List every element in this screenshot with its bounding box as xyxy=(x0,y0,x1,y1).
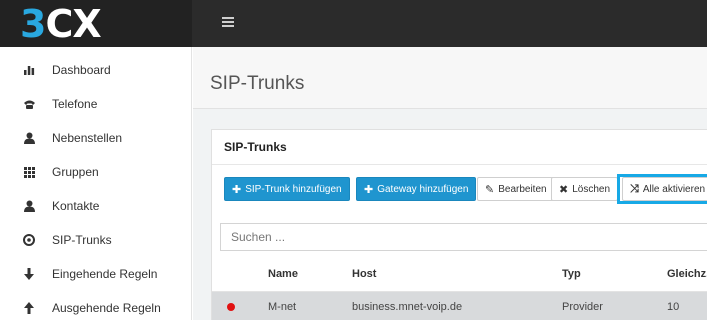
column-header[interactable]: Host xyxy=(352,268,376,280)
logo-text: 3CX xyxy=(20,2,102,46)
sip-trunks-panel: SIP-Trunks ✚ SIP-Trunk hinzufügen ✚ Gate… xyxy=(211,129,707,320)
sidebar-item-label: Nebenstellen xyxy=(52,131,123,145)
user-icon xyxy=(22,199,36,213)
page-header: SIP-Trunks xyxy=(193,47,707,109)
delete-button[interactable]: ✖ Löschen xyxy=(551,177,619,201)
status-dot-icon xyxy=(227,303,235,311)
focus-highlight xyxy=(617,174,707,204)
sidebar-item-eingehende-regeln[interactable]: Eingehende Regeln xyxy=(0,257,192,291)
panel-title: SIP-Trunks xyxy=(224,140,287,154)
logo[interactable]: 3CX xyxy=(0,0,192,47)
sidebar-item-dashboard[interactable]: Dashboard xyxy=(0,53,192,87)
menu-toggle-icon[interactable] xyxy=(222,17,234,29)
sidebar-item-sip-trunks[interactable]: SIP-Trunks xyxy=(0,223,192,257)
add-gateway-button[interactable]: ✚ Gateway hinzufügen xyxy=(356,177,477,201)
cell-name: M-net xyxy=(268,301,297,313)
main-content: SIP-Trunks SIP-Trunks ✚ SIP-Trunk hinzuf… xyxy=(193,47,707,320)
cell-simultaneous: 10 xyxy=(667,301,680,313)
arrow-up-icon xyxy=(22,301,36,315)
sidebar-item-label: Gruppen xyxy=(52,165,99,179)
add-sip-trunk-button[interactable]: ✚ SIP-Trunk hinzufügen xyxy=(224,177,350,201)
close-icon: ✖ xyxy=(559,183,569,196)
phone-icon xyxy=(22,97,36,111)
divider xyxy=(212,164,707,165)
pencil-icon: ✎ xyxy=(485,183,495,196)
sidebar-item-label: Telefone xyxy=(52,97,98,111)
arrow-down-icon xyxy=(22,267,36,281)
plus-icon: ✚ xyxy=(364,183,374,196)
sidebar-item-nebenstellen[interactable]: Nebenstellen xyxy=(0,121,192,155)
cell-host: business.mnet-voip.de xyxy=(352,301,463,313)
page-title: SIP-Trunks xyxy=(210,73,305,94)
column-header[interactable]: Gleichz. xyxy=(667,268,707,280)
edit-button[interactable]: ✎ Bearbeiten xyxy=(477,177,555,201)
column-header[interactable]: Typ xyxy=(562,268,581,280)
bar-chart-icon xyxy=(22,63,36,77)
sidebar-item-label: Ausgehende Regeln xyxy=(52,301,161,315)
plus-icon: ✚ xyxy=(232,183,242,196)
table-row[interactable]: M-net business.mnet-voip.de Provider 10 xyxy=(212,292,707,320)
cell-type: Provider xyxy=(562,301,603,313)
sidebar-item-label: Eingehende Regeln xyxy=(52,267,158,281)
top-bar: 3CX xyxy=(0,0,707,47)
globe-icon xyxy=(22,233,36,247)
grid-icon xyxy=(22,165,36,179)
sidebar-item-ausgehende-regeln[interactable]: Ausgehende Regeln xyxy=(0,291,192,320)
sidebar-item-kontakte[interactable]: Kontakte xyxy=(0,189,192,223)
sidebar-item-telefone[interactable]: Telefone xyxy=(0,87,192,121)
column-header[interactable]: Name xyxy=(268,268,298,280)
sidebar-item-label: SIP-Trunks xyxy=(52,233,112,247)
table-header: Name Host Typ Gleichz. xyxy=(212,258,707,292)
user-icon xyxy=(22,131,36,145)
sidebar: Dashboard Telefone Nebenstellen Gruppen … xyxy=(0,47,192,320)
sidebar-item-label: Kontakte xyxy=(52,199,100,213)
sidebar-item-label: Dashboard xyxy=(52,63,111,77)
search-input[interactable]: Suchen ... xyxy=(220,223,707,251)
sidebar-item-gruppen[interactable]: Gruppen xyxy=(0,155,192,189)
